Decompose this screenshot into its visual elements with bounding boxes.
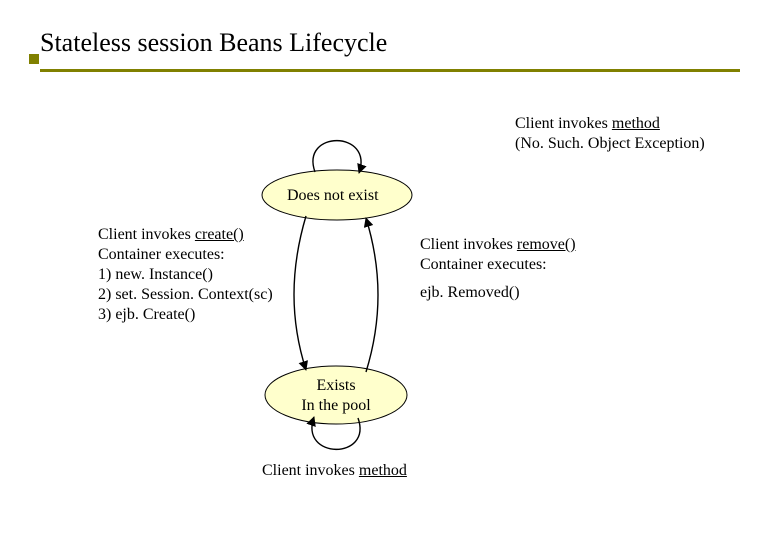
transition-remove xyxy=(366,218,378,372)
right-line1b: remove() xyxy=(517,236,576,253)
right-line1a: Client invokes xyxy=(420,236,517,253)
slide: Stateless session Beans Lifecycle Does n… xyxy=(0,0,780,540)
caption-top-self-loop: Client invokes method (No. Such. Object … xyxy=(515,114,705,154)
left-item3: 3) ejb. Create() xyxy=(98,306,195,323)
right-line2: Container executes: xyxy=(420,256,547,273)
left-item1: 1) new. Instance() xyxy=(98,266,213,283)
transition-create xyxy=(294,216,306,370)
label-does-not-exist: Does not exist xyxy=(287,186,379,206)
bottom-b: method xyxy=(359,462,407,479)
bottom-a: Client invokes xyxy=(262,462,359,479)
top-self-line2: (No. Such. Object Exception) xyxy=(515,135,705,152)
right-item1: ejb. Removed() xyxy=(420,284,520,301)
caption-create-transition: Client invokes create() Container execut… xyxy=(98,225,273,325)
caption-remove-transition: Client invokes remove() Container execut… xyxy=(420,235,576,303)
caption-bottom-self-loop: Client invokes method xyxy=(262,461,407,481)
left-line2: Container executes: xyxy=(98,246,225,263)
top-self-line1b: method xyxy=(612,115,660,132)
self-loop-top xyxy=(313,141,361,173)
left-item2: 2) set. Session. Context(sc) xyxy=(98,286,273,303)
label-exists-line2: In the pool xyxy=(301,397,370,414)
label-exists-in-pool: Exists In the pool xyxy=(268,376,404,416)
top-self-line1a: Client invokes xyxy=(515,115,612,132)
left-line1b: create() xyxy=(195,226,244,243)
label-exists-line1: Exists xyxy=(316,377,355,394)
left-line1a: Client invokes xyxy=(98,226,195,243)
